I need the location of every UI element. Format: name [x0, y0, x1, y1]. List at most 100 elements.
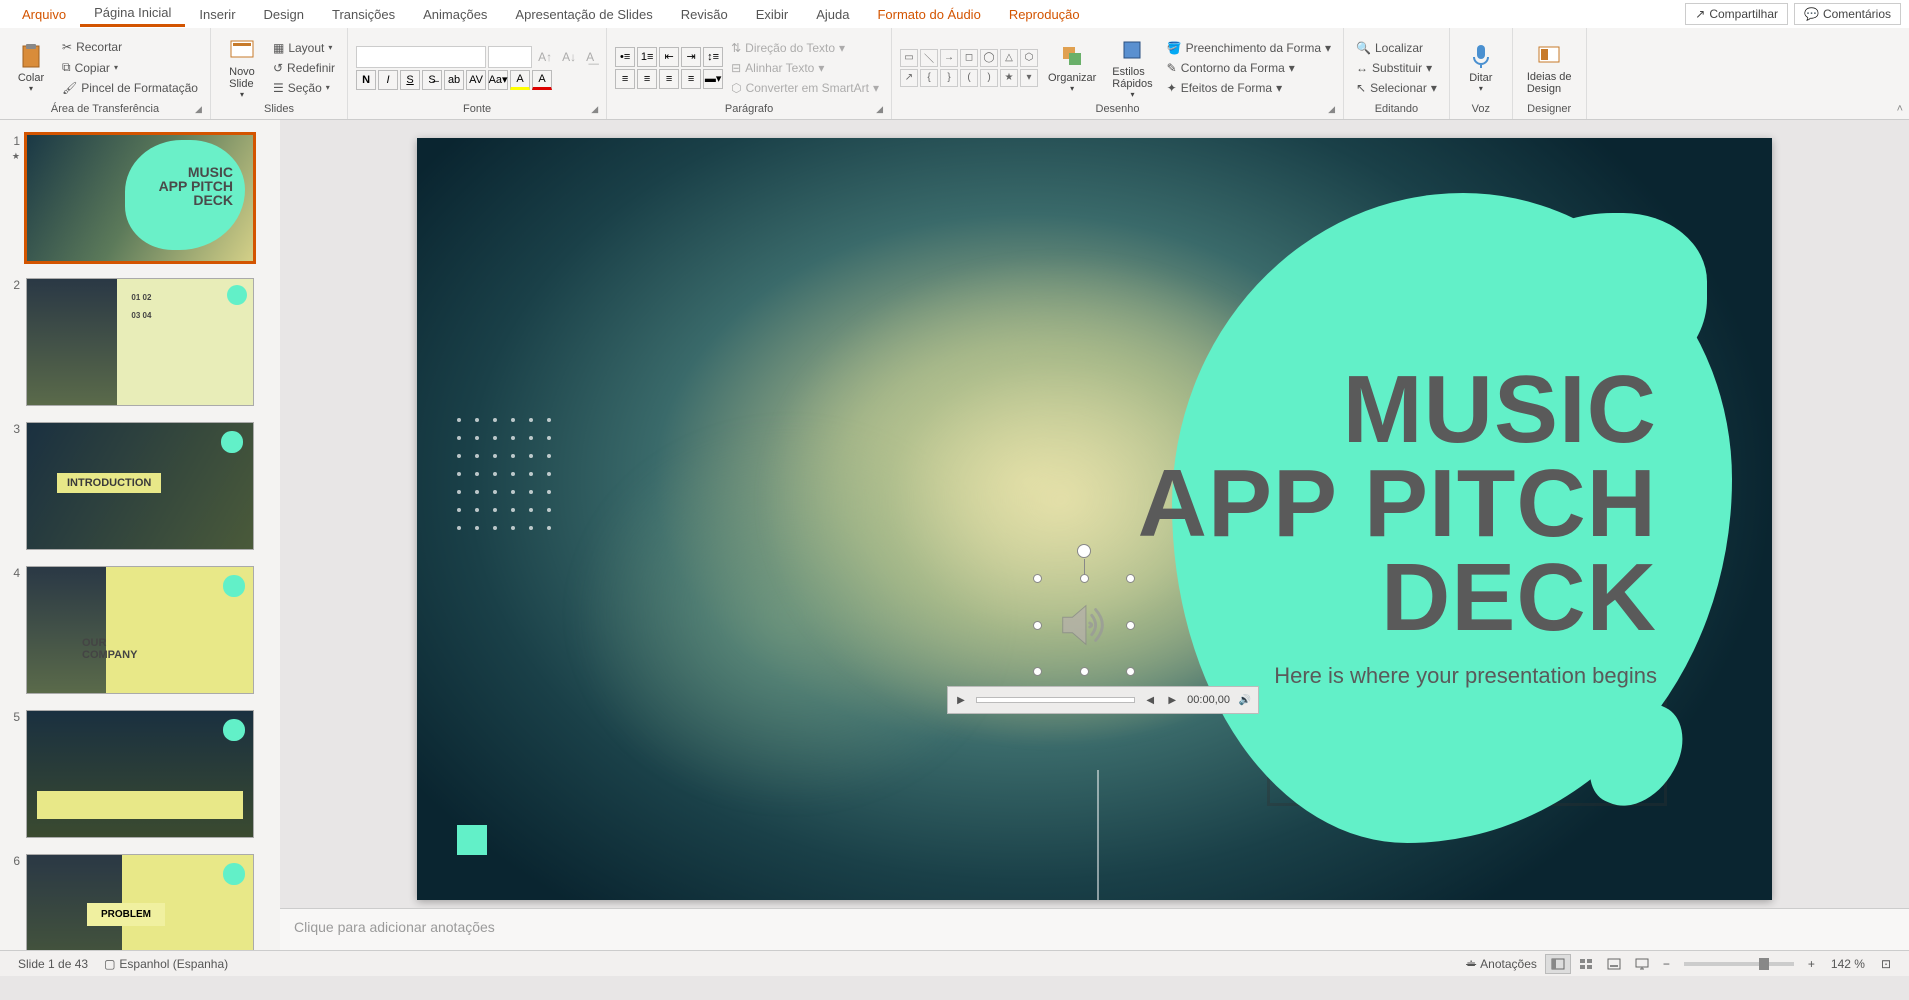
resize-handle[interactable] — [1126, 621, 1135, 630]
prev-button[interactable]: ◀ — [1143, 693, 1157, 707]
line-spacing-button[interactable]: ↕≡ — [703, 47, 723, 67]
zoom-out-button[interactable]: − — [1655, 957, 1678, 971]
align-text-button[interactable]: ⊟Alinhar Texto▾ — [727, 59, 883, 77]
tab-view[interactable]: Exibir — [742, 3, 803, 26]
slideshow-view-button[interactable] — [1629, 954, 1655, 974]
resize-handle[interactable] — [1080, 574, 1089, 583]
seek-track[interactable] — [976, 697, 1135, 703]
slide-thumbnail-2[interactable]: 01 0203 04 — [26, 278, 254, 406]
copy-button[interactable]: ⧉Copiar▾ — [58, 58, 202, 77]
tab-slideshow[interactable]: Apresentação de Slides — [501, 3, 666, 26]
font-size-select[interactable] — [488, 46, 532, 68]
find-button[interactable]: 🔍Localizar — [1352, 39, 1441, 57]
replace-button[interactable]: ↔Substituir▾ — [1352, 59, 1441, 77]
fit-window-button[interactable]: ⊡ — [1873, 957, 1899, 971]
indent-inc-button[interactable]: ⇥ — [681, 47, 701, 67]
reset-button[interactable]: ↺Redefinir — [269, 59, 339, 77]
drawing-launcher[interactable]: ◢ — [1328, 104, 1335, 115]
rotate-handle[interactable] — [1077, 544, 1091, 558]
tab-help[interactable]: Ajuda — [802, 3, 863, 26]
layout-button[interactable]: ▦Layout▾ — [269, 39, 339, 57]
slide-thumbnails-panel[interactable]: 1★ MUSICAPP PITCHDECK 2 01 0203 04 3 INT… — [0, 120, 280, 950]
select-button[interactable]: ↖Selecionar▾ — [1352, 79, 1441, 97]
design-ideas-button[interactable]: Ideias de Design — [1521, 39, 1578, 97]
shape-outline-button[interactable]: ✎Contorno da Forma▾ — [1163, 59, 1335, 77]
reading-view-button[interactable] — [1601, 954, 1627, 974]
slide-thumbnail-1[interactable]: MUSICAPP PITCHDECK — [26, 134, 254, 262]
play-button[interactable]: ▶ — [954, 693, 968, 707]
slide-editor[interactable]: MUSICAPP PITCHDECK Here is where your pr… — [280, 120, 1909, 908]
smartart-button[interactable]: ⬡Converter em SmartArt▾ — [727, 79, 883, 97]
sorter-view-button[interactable] — [1573, 954, 1599, 974]
slide-thumbnail-6[interactable]: PROBLEM — [26, 854, 254, 950]
resize-handle[interactable] — [1080, 667, 1089, 676]
italic-button[interactable]: I — [378, 70, 398, 90]
tab-animations[interactable]: Animações — [409, 3, 501, 26]
columns-button[interactable]: ▬▾ — [703, 69, 723, 89]
numbering-button[interactable]: 1≡ — [637, 47, 657, 67]
cut-button[interactable]: ✂Recortar — [58, 38, 202, 56]
align-center-button[interactable]: ≡ — [637, 69, 657, 89]
case-button[interactable]: Aa▾ — [488, 70, 508, 90]
text-direction-button[interactable]: ⇅Direção do Texto▾ — [727, 39, 883, 57]
paste-button[interactable]: Colar▾ — [8, 40, 54, 95]
shape-effects-button[interactable]: ✦Efeitos de Forma▾ — [1163, 79, 1335, 97]
increase-font-button[interactable]: A↑ — [534, 46, 556, 68]
zoom-level[interactable]: 142 % — [1823, 957, 1873, 971]
section-button[interactable]: ☰Seção▾ — [269, 79, 339, 97]
tab-design[interactable]: Design — [250, 3, 318, 26]
strike-button[interactable]: S̶ — [422, 70, 442, 90]
title-textbox[interactable]: MUSICAPP PITCHDECK Here is where your pr… — [1138, 363, 1657, 689]
zoom-slider[interactable] — [1684, 962, 1794, 966]
quick-styles-button[interactable]: Estilos Rápidos▾ — [1106, 34, 1158, 101]
decrease-font-button[interactable]: A↓ — [558, 46, 580, 68]
volume-button[interactable]: 🔊 — [1238, 693, 1252, 707]
align-left-button[interactable]: ≡ — [615, 69, 635, 89]
shadow-button[interactable]: ab — [444, 70, 464, 90]
resize-handle[interactable] — [1126, 574, 1135, 583]
tab-review[interactable]: Revisão — [667, 3, 742, 26]
tab-audio-format[interactable]: Formato do Áudio — [863, 3, 994, 26]
font-color-button[interactable]: A — [532, 70, 552, 90]
tab-insert[interactable]: Inserir — [185, 3, 249, 26]
language-status[interactable]: ▢Espanhol (Espanha) — [96, 957, 236, 971]
resize-handle[interactable] — [1126, 667, 1135, 676]
shapes-gallery[interactable]: ▭＼→◻◯△⬡ ↗{}()★▾ — [900, 49, 1038, 87]
font-family-select[interactable] — [356, 46, 486, 68]
tab-home[interactable]: Página Inicial — [80, 1, 185, 27]
notes-pane[interactable]: Clique para adicionar anotações — [280, 908, 1909, 950]
slide-thumbnail-4[interactable]: OUR COMPANY — [26, 566, 254, 694]
bold-button[interactable]: N — [356, 70, 376, 90]
slide-thumbnail-3[interactable]: INTRODUCTION — [26, 422, 254, 550]
spacing-button[interactable]: AV — [466, 70, 486, 90]
bullets-button[interactable]: •≡ — [615, 47, 635, 67]
font-launcher[interactable]: ◢ — [591, 104, 598, 115]
slide-canvas[interactable]: MUSICAPP PITCHDECK Here is where your pr… — [417, 138, 1772, 900]
indent-dec-button[interactable]: ⇤ — [659, 47, 679, 67]
paragraph-launcher[interactable]: ◢ — [876, 104, 883, 115]
tab-playback[interactable]: Reprodução — [995, 3, 1094, 26]
tab-file[interactable]: Arquivo — [8, 3, 80, 26]
align-right-button[interactable]: ≡ — [659, 69, 679, 89]
underline-button[interactable]: S — [400, 70, 420, 90]
arrange-button[interactable]: Organizar▾ — [1042, 40, 1102, 95]
highlight-button[interactable]: A — [510, 70, 530, 90]
resize-handle[interactable] — [1033, 667, 1042, 676]
dictate-button[interactable]: Ditar▾ — [1458, 40, 1504, 95]
zoom-in-button[interactable]: + — [1800, 957, 1823, 971]
normal-view-button[interactable] — [1545, 954, 1571, 974]
slide-thumbnail-5[interactable] — [26, 710, 254, 838]
new-slide-button[interactable]: Novo Slide▾ — [219, 34, 265, 101]
comments-button[interactable]: 💬Comentários — [1794, 3, 1901, 25]
clear-format-button[interactable]: A͟ — [582, 46, 598, 68]
justify-button[interactable]: ≡ — [681, 69, 701, 89]
next-button[interactable]: ▶ — [1165, 693, 1179, 707]
shape-fill-button[interactable]: 🪣Preenchimento da Forma▾ — [1163, 39, 1335, 57]
format-painter-button[interactable]: 🖌Pincel de Formatação — [58, 79, 202, 97]
collapse-ribbon-button[interactable]: ˄ — [1897, 103, 1903, 115]
resize-handle[interactable] — [1033, 621, 1042, 630]
resize-handle[interactable] — [1033, 574, 1042, 583]
slide-counter[interactable]: Slide 1 de 43 — [10, 957, 96, 971]
clipboard-launcher[interactable]: ◢ — [195, 104, 202, 115]
tab-transitions[interactable]: Transições — [318, 3, 409, 26]
